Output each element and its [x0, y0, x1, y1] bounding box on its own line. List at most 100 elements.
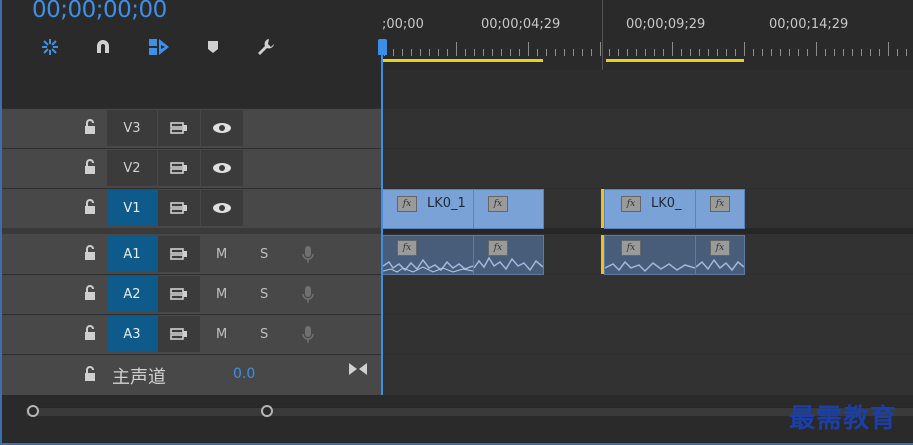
video-clip[interactable]: fx: [473, 189, 544, 229]
video-clip[interactable]: fx LK0_1: [382, 189, 474, 229]
ruler-tick: [447, 49, 448, 56]
ruler-tick: [510, 49, 511, 56]
lock-icon[interactable]: [83, 366, 97, 382]
lane-v3[interactable]: [382, 108, 913, 148]
zoom-handle-left[interactable]: [27, 405, 39, 417]
waveform: [474, 256, 543, 272]
ruler-tick: [663, 49, 664, 56]
ruler-tick: [672, 42, 673, 56]
microphone-icon[interactable]: [301, 285, 315, 309]
ruler-tick: [438, 49, 439, 56]
lock-icon[interactable]: [83, 199, 97, 215]
track-target-v1[interactable]: V1: [107, 190, 157, 226]
timecode-display[interactable]: 00;00;00;00: [32, 0, 167, 23]
ruler-tick: [762, 49, 763, 56]
ruler-tick: [501, 49, 502, 56]
ruler-tick: [555, 49, 556, 56]
mute-button[interactable]: M: [216, 327, 227, 342]
ruler-tick: [798, 49, 799, 56]
track-target-v2[interactable]: V2: [107, 150, 157, 186]
track-name: A2: [123, 286, 141, 302]
ruler-label: 00;00;04;29: [481, 17, 561, 32]
wrench-icon[interactable]: [253, 35, 279, 59]
work-area-bar[interactable]: [382, 59, 543, 62]
playhead-handle[interactable]: [378, 39, 387, 55]
ruler-tick: [456, 42, 457, 56]
track-target-a2[interactable]: A2: [107, 276, 157, 312]
waveform: [383, 258, 473, 273]
linked-selection-icon[interactable]: [146, 35, 172, 59]
ruler-tick: [429, 49, 430, 56]
timeline-panel: 00;00;00;00 ;00;00 00;00;04;29 00;00;09;…: [0, 0, 913, 445]
ruler-divider: [602, 0, 603, 70]
ruler-tick: [861, 49, 862, 56]
ruler-tick: [825, 49, 826, 56]
magnet-icon[interactable]: [90, 35, 116, 59]
eye-icon[interactable]: [201, 110, 243, 146]
sync-lock-icon[interactable]: [158, 276, 200, 312]
ruler-tick: [852, 49, 853, 56]
ruler-tick: [591, 49, 592, 56]
lane-v2[interactable]: [382, 148, 913, 188]
ruler-tick: [609, 49, 610, 56]
lock-icon[interactable]: [83, 119, 97, 135]
track-target-a3[interactable]: A3: [107, 316, 157, 352]
edit-point-marker[interactable]: [601, 235, 604, 274]
lane-a2[interactable]: [382, 274, 913, 314]
ruler-tick: [906, 49, 907, 56]
time-ruler[interactable]: ;00;00 00;00;04;29 00;00;09;29 00;00;14;…: [382, 0, 913, 70]
track-target-a1[interactable]: A1: [107, 236, 157, 272]
audio-clip[interactable]: fx: [604, 235, 696, 275]
ruler-tick: [564, 49, 565, 56]
ruler-tick: [474, 49, 475, 56]
master-volume-value[interactable]: 0.0: [233, 366, 255, 382]
video-clip[interactable]: fx LK0_: [604, 189, 696, 229]
edit-point-marker[interactable]: [601, 189, 604, 228]
eye-icon[interactable]: [201, 150, 243, 186]
lock-icon[interactable]: [83, 325, 97, 341]
master-track-label: 主声道: [112, 367, 166, 388]
lane-a3[interactable]: [382, 314, 913, 354]
lock-icon[interactable]: [83, 245, 97, 261]
eye-icon[interactable]: [201, 190, 243, 226]
microphone-icon[interactable]: [301, 245, 315, 269]
microphone-icon[interactable]: [301, 325, 315, 349]
zoom-scroll-track[interactable]: [26, 407, 913, 416]
audio-clip[interactable]: fx: [695, 235, 745, 275]
mute-button[interactable]: M: [216, 287, 227, 302]
mute-button[interactable]: M: [216, 247, 227, 262]
sync-lock-icon[interactable]: [158, 316, 200, 352]
ruler-tick: [654, 49, 655, 56]
marker-icon[interactable]: [200, 35, 226, 59]
fx-icon: fx: [621, 196, 641, 212]
lock-icon[interactable]: [83, 159, 97, 175]
solo-button[interactable]: S: [260, 287, 268, 302]
track-target-v3[interactable]: V3: [107, 110, 157, 146]
ruler-tick: [897, 49, 898, 56]
audio-clip[interactable]: fx: [473, 235, 544, 275]
watermark-text: 最需教育: [789, 404, 898, 434]
ruler-label: ;00;00: [382, 17, 424, 32]
lock-icon[interactable]: [83, 285, 97, 301]
ruler-label: 00;00;14;29: [769, 17, 849, 32]
zoom-handle-right[interactable]: [261, 405, 273, 417]
zoom-scrollbar-area: [0, 395, 913, 445]
snap-icon[interactable]: [37, 35, 63, 59]
solo-button[interactable]: S: [260, 327, 268, 342]
clip-label: LK0_1: [427, 196, 466, 211]
work-area-bar[interactable]: [606, 59, 744, 62]
go-to-in-out-icon[interactable]: [348, 361, 368, 380]
sync-lock-icon[interactable]: [158, 110, 200, 146]
audio-clip[interactable]: fx: [382, 235, 474, 275]
track-name: A1: [123, 246, 141, 262]
playhead-line[interactable]: [381, 40, 383, 400]
ruler-tick: [717, 49, 718, 56]
solo-button[interactable]: S: [260, 247, 268, 262]
sync-lock-icon[interactable]: [158, 150, 200, 186]
ruler-tick: [789, 49, 790, 56]
sync-lock-icon[interactable]: [158, 190, 200, 226]
video-clip[interactable]: fx: [695, 189, 745, 229]
sync-lock-icon[interactable]: [158, 236, 200, 272]
ruler-tick: [735, 49, 736, 56]
fx-icon: fx: [488, 196, 508, 212]
